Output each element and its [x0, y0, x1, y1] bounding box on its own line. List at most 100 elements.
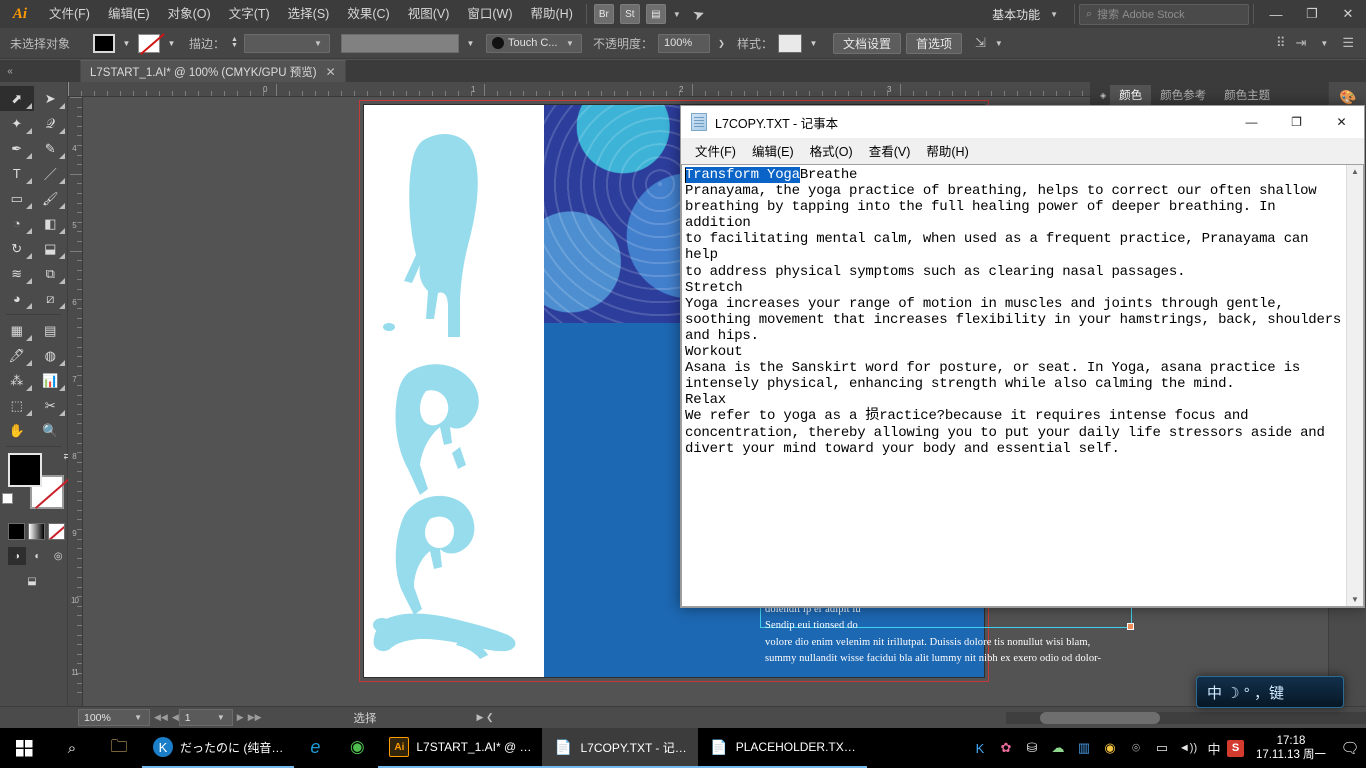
- symbol-sprayer-tool[interactable]: ⁂: [0, 368, 34, 393]
- variable-width-profile[interactable]: [340, 33, 459, 53]
- file-explorer-icon[interactable]: 🗀: [96, 728, 142, 768]
- eyedropper-tool[interactable]: 🖊: [0, 343, 34, 368]
- direct-selection-tool[interactable]: ➤: [34, 86, 68, 111]
- menu-effect[interactable]: 效果(C): [338, 0, 398, 28]
- default-fill-stroke-icon[interactable]: [2, 493, 13, 504]
- menu-object[interactable]: 对象(O): [159, 0, 220, 28]
- chevron-down-icon[interactable]: ▼: [165, 34, 178, 53]
- gradient-tool[interactable]: ▤: [34, 318, 68, 343]
- maximize-button[interactable]: ❐: [1294, 0, 1330, 28]
- start-button[interactable]: [0, 728, 48, 768]
- text-frame-outport[interactable]: [1127, 623, 1134, 630]
- align-icon[interactable]: ⇲: [975, 35, 986, 51]
- tray-kugou-icon[interactable]: K: [967, 728, 993, 768]
- chevron-right-icon[interactable]: ❯: [715, 34, 728, 53]
- workspace-switcher[interactable]: 基本功能 ▼: [984, 3, 1070, 25]
- notepad-menu-help[interactable]: 帮助(H): [918, 141, 976, 163]
- scale-tool[interactable]: ⬓: [34, 236, 68, 261]
- notepad-maximize-button[interactable]: ❐: [1274, 106, 1319, 139]
- taskbar-item-edge[interactable]: e: [294, 728, 336, 768]
- notepad-window[interactable]: L7COPY.TXT - 记事本 — ❐ ✕ 文件(F) 编辑(E) 格式(O)…: [680, 105, 1365, 608]
- perspective-grid-tool[interactable]: ⧄: [34, 286, 68, 311]
- slice-tool[interactable]: ✂: [34, 393, 68, 418]
- draw-normal-button[interactable]: ◑: [8, 547, 26, 565]
- chevron-down-icon[interactable]: ▼: [807, 34, 820, 53]
- notepad-menu-format[interactable]: 格式(O): [802, 141, 861, 163]
- notepad-text-area-container[interactable]: Transform YogaBreathe Pranayama, the yog…: [681, 164, 1364, 607]
- notepad-menu-file[interactable]: 文件(F): [687, 141, 744, 163]
- panel-tab-color[interactable]: 颜色: [1110, 85, 1152, 105]
- menu-type[interactable]: 文字(T): [220, 0, 279, 28]
- tray-qq-icon[interactable]: ☁: [1045, 728, 1071, 768]
- artboard-nav-first[interactable]: ◀◀: [154, 712, 168, 723]
- notepad-vertical-scrollbar[interactable]: ▲ ▼: [1346, 165, 1363, 606]
- ime-language-bar[interactable]: 中 ☽ ° ，键: [1196, 676, 1344, 708]
- search-icon[interactable]: ⌕: [48, 728, 96, 768]
- preferences-button[interactable]: 首选项: [906, 32, 963, 54]
- free-transform-tool[interactable]: ⧉: [34, 261, 68, 286]
- shape-builder-tool[interactable]: ◕: [0, 286, 34, 311]
- eraser-tool[interactable]: ◧: [34, 211, 68, 236]
- document-setup-button[interactable]: 文档设置: [832, 32, 901, 54]
- transform-grid-icon[interactable]: ⠿: [1276, 35, 1286, 51]
- close-icon[interactable]: ✕: [326, 65, 336, 79]
- graphic-style-swatch[interactable]: [777, 33, 802, 53]
- artboard-nav-prev[interactable]: ◀: [172, 712, 179, 723]
- stroke-weight-stepper[interactable]: ▲ ▼: [231, 36, 238, 49]
- taskbar-item-illustrator[interactable]: Ai L7START_1.AI* @ …: [378, 728, 543, 768]
- tray-wifi-icon[interactable]: ⌾: [1123, 728, 1149, 768]
- taskbar-item-browser[interactable]: ◉: [336, 728, 378, 768]
- chevron-down-icon[interactable]: ▼: [120, 34, 133, 53]
- menu-window[interactable]: 窗口(W): [458, 0, 521, 28]
- tray-thunder-icon[interactable]: ◉: [1097, 728, 1123, 768]
- tray-flower-icon[interactable]: ✿: [993, 728, 1019, 768]
- panel-menu-icon[interactable]: ☰: [1342, 35, 1354, 51]
- hand-tool[interactable]: ✋: [0, 418, 34, 443]
- menu-view[interactable]: 视图(V): [399, 0, 459, 28]
- width-tool[interactable]: ≋: [0, 261, 34, 286]
- chevron-down-icon[interactable]: ▼: [995, 39, 1003, 48]
- type-tool[interactable]: T: [0, 161, 34, 186]
- panel-tab-color-themes[interactable]: 颜色主题: [1215, 85, 1279, 105]
- taskbar-item-kugou[interactable]: K だったのに (纯音…: [142, 728, 295, 768]
- menu-help[interactable]: 帮助(H): [522, 0, 582, 28]
- document-tab[interactable]: L7START_1.AI* @ 100% (CMYK/GPU 预览) ✕: [80, 60, 346, 82]
- blend-tool[interactable]: ◍: [34, 343, 68, 368]
- tray-battery-icon[interactable]: ▭: [1149, 728, 1175, 768]
- selection-tool[interactable]: ⬈: [0, 86, 34, 111]
- pen-tool[interactable]: ✒: [0, 136, 34, 161]
- tray-signal-bars-icon[interactable]: ▥: [1071, 728, 1097, 768]
- line-segment-tool[interactable]: ／: [34, 161, 68, 186]
- taskbar-clock[interactable]: 17:18 17.11.13 周一: [1248, 728, 1334, 768]
- draw-inside-button[interactable]: ◎: [49, 547, 67, 565]
- notepad-close-button[interactable]: ✕: [1319, 106, 1364, 139]
- rocket-icon[interactable]: ➤: [690, 4, 707, 24]
- zoom-tool[interactable]: 🔍: [34, 418, 68, 443]
- rotate-tool[interactable]: ↻: [0, 236, 34, 261]
- paintbrush-tool[interactable]: 🖌: [34, 186, 68, 211]
- none-mode-button[interactable]: [48, 523, 65, 540]
- draw-behind-button[interactable]: ◐: [29, 547, 47, 565]
- lasso-tool[interactable]: 𝒬: [34, 111, 68, 136]
- panel-tab-color-guide[interactable]: 颜色参考: [1151, 85, 1215, 105]
- stroke-weight-combo[interactable]: ▼: [243, 33, 330, 53]
- chevron-down-icon[interactable]: ▼: [464, 34, 477, 53]
- tray-sogou-icon[interactable]: S: [1227, 739, 1244, 757]
- tray-volume-icon[interactable]: ◄)): [1175, 728, 1201, 768]
- panel-expand-icon[interactable]: ◈: [1100, 91, 1106, 100]
- column-graph-tool[interactable]: 📊: [34, 368, 68, 393]
- chevron-down-icon[interactable]: ▼: [673, 10, 681, 19]
- tray-usb-icon[interactable]: ⛁: [1019, 728, 1045, 768]
- taskbar-item-l7copy[interactable]: 📄 L7COPY.TXT - 记…: [542, 728, 698, 768]
- notepad-menu-view[interactable]: 查看(V): [861, 141, 919, 163]
- status-menu-icon[interactable]: ▶ ❮: [477, 712, 494, 723]
- curvature-tool[interactable]: ✎: [34, 136, 68, 161]
- stock-icon[interactable]: St: [619, 4, 640, 24]
- fill-color-swatch[interactable]: [93, 33, 115, 53]
- notepad-title-bar[interactable]: L7COPY.TXT - 记事本 — ❐ ✕: [681, 106, 1364, 139]
- artboard-number-combo[interactable]: 1 ▼: [178, 709, 233, 726]
- stock-search-input[interactable]: ⌕ 搜索 Adobe Stock: [1079, 3, 1249, 25]
- notification-center-icon[interactable]: 🗨: [1334, 728, 1366, 768]
- gradient-mode-button[interactable]: [28, 523, 45, 540]
- menu-select[interactable]: 选择(S): [279, 0, 339, 28]
